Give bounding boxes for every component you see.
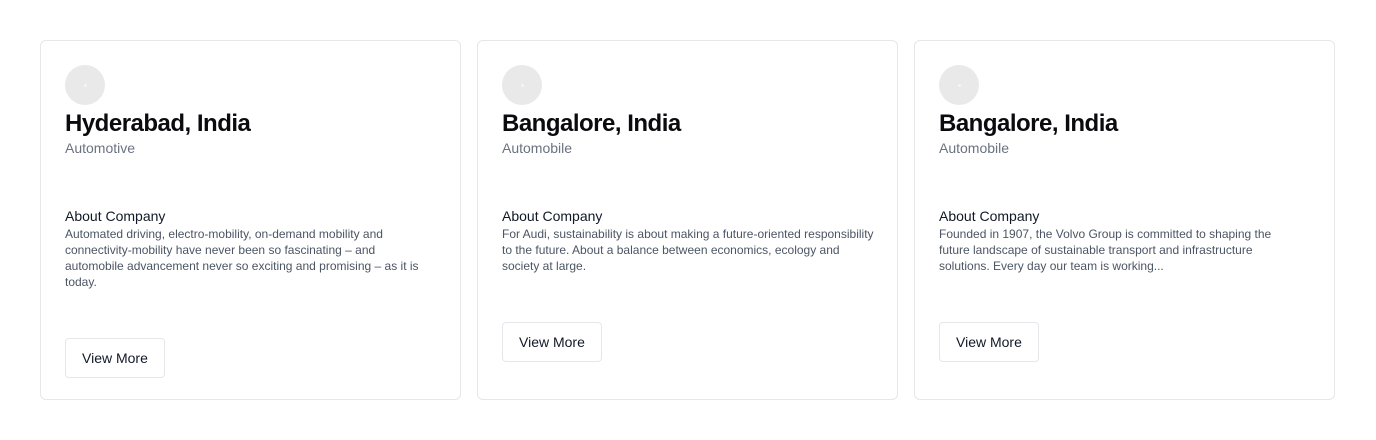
view-more-button[interactable]: View More <box>502 322 602 362</box>
avatar-placeholder-icon <box>957 83 961 87</box>
about-company-heading: About Company <box>502 208 603 224</box>
company-logo-avatar <box>65 65 105 105</box>
company-industry: Automotive <box>65 140 136 156</box>
company-industry: Automobile <box>502 140 573 156</box>
about-company-text: Automated driving, electro-mobility, on-… <box>65 227 419 289</box>
view-more-button[interactable]: View More <box>65 338 165 378</box>
view-more-button[interactable]: View More <box>939 322 1039 362</box>
company-location: Hyderabad, India <box>65 110 251 137</box>
company-card: Bangalore, India Automobile About Compan… <box>477 40 898 400</box>
company-industry: Automobile <box>939 140 1010 156</box>
company-logo-avatar <box>502 65 542 105</box>
about-company-text: Founded in 1907, the Volvo Group is comm… <box>939 227 1272 273</box>
about-company-heading: About Company <box>65 208 166 224</box>
company-logo-avatar <box>939 65 979 105</box>
company-card-grid: Hyderabad, India Automotive About Compan… <box>40 40 1335 400</box>
about-company-heading: About Company <box>939 208 1040 224</box>
avatar-placeholder-icon <box>520 83 524 87</box>
company-card: Hyderabad, India Automotive About Compan… <box>40 40 461 400</box>
company-location: Bangalore, India <box>939 110 1118 137</box>
company-card: Bangalore, India Automobile About Compan… <box>914 40 1335 400</box>
avatar-placeholder-icon <box>83 83 87 87</box>
about-company-text: For Audi, sustainability is about making… <box>502 227 874 273</box>
company-location: Bangalore, India <box>502 110 681 137</box>
